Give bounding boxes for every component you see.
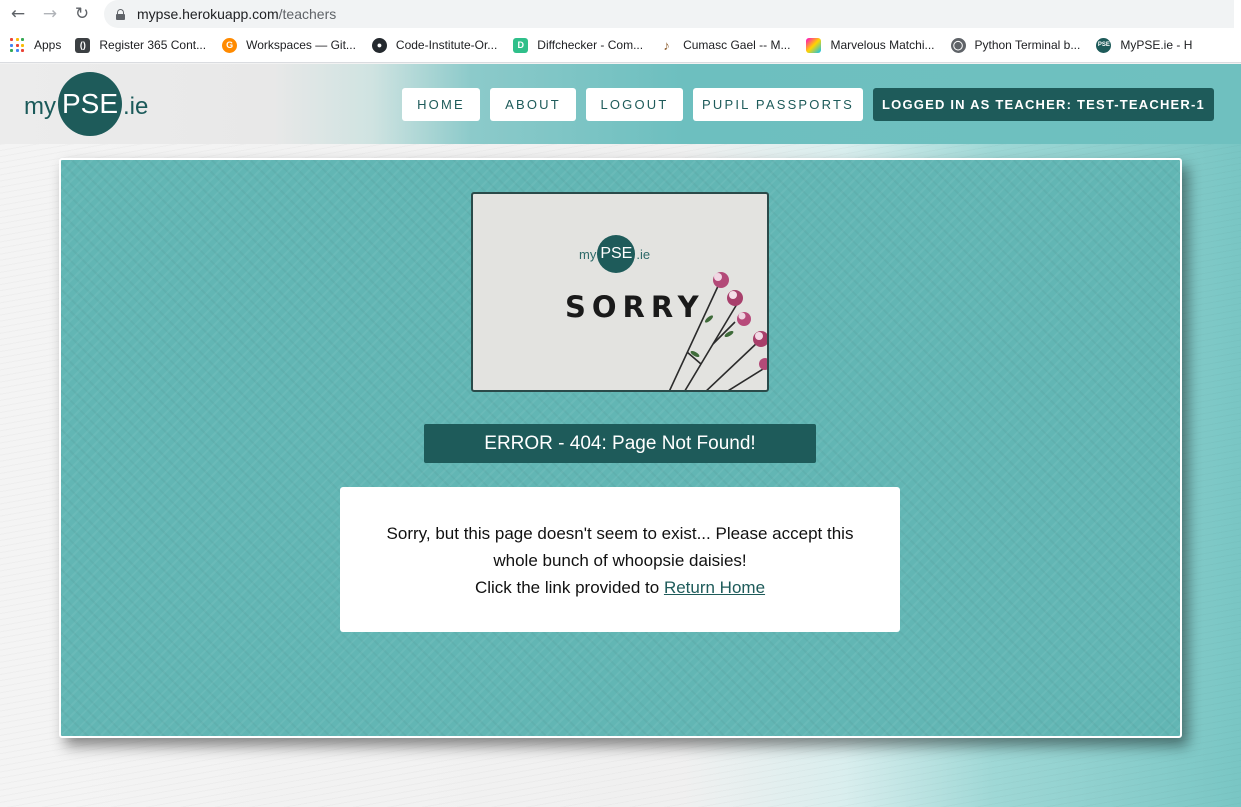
- flower-bunch-illustration: [668, 272, 767, 390]
- url-host: mypse.herokuapp.com: [137, 6, 279, 22]
- bookmark-label: Apps: [34, 38, 62, 52]
- sorry-image: my PSE .ie SORRY: [471, 192, 769, 392]
- bookmark-marvelous[interactable]: Marvelous Matchi...: [806, 37, 935, 53]
- bookmark-label: Register 365 Cont...: [99, 38, 207, 52]
- nav-about[interactable]: ABOUT: [490, 88, 576, 121]
- site-logo[interactable]: my PSE .ie: [24, 72, 148, 136]
- bookmark-register[interactable]: () Register 365 Cont...: [75, 37, 207, 53]
- message-line-3-prefix: Click the link provided to: [474, 578, 664, 597]
- banjo-icon: ♪: [659, 37, 675, 53]
- bookmark-label: Workspaces — Git...: [246, 38, 356, 52]
- nav-logout[interactable]: LOGOUT: [586, 88, 683, 121]
- bookmark-diffchecker[interactable]: D Diffchecker - Com...: [513, 37, 644, 53]
- bookmark-label: Diffchecker - Com...: [537, 38, 644, 52]
- register-icon: (): [75, 37, 91, 53]
- logged-in-status: LOGGED IN AS TEACHER: TEST-TEACHER-1: [873, 88, 1214, 121]
- bookmark-cumasc-gael[interactable]: ♪ Cumasc Gael -- M...: [659, 37, 791, 53]
- globe-icon: ◯: [950, 37, 966, 53]
- error-title: ERROR - 404: Page Not Found!: [424, 424, 816, 463]
- github-icon: ●: [371, 37, 387, 53]
- bookmark-label: Python Terminal b...: [974, 38, 1081, 52]
- colorful-cube-icon: [806, 37, 822, 53]
- url-path: /teachers: [278, 6, 337, 22]
- back-arrow-icon[interactable]: ←: [2, 0, 34, 28]
- apps-grid-icon: [10, 38, 24, 52]
- return-home-link[interactable]: Return Home: [664, 578, 765, 597]
- nav-pupil-passports[interactable]: PUPIL PASSPORTS: [693, 88, 863, 121]
- bookmarks-bar: Apps () Register 365 Cont... G Workspace…: [0, 28, 1241, 63]
- bookmark-label: Cumasc Gael -- M...: [683, 38, 791, 52]
- logo-ie-text: .ie: [123, 93, 149, 120]
- message-line-3: Click the link provided to Return Home: [340, 574, 900, 601]
- browser-toolbar: ← → ↻ mypse.herokuapp.com/teachers: [0, 0, 1241, 28]
- error-message-box: Sorry, but this page doesn't seem to exi…: [340, 487, 900, 632]
- site-header: my PSE .ie HOME ABOUT LOGOUT PUPIL PASSP…: [0, 64, 1241, 144]
- gitpod-icon: G: [222, 37, 238, 53]
- mypse-favicon-icon: PSE: [1096, 37, 1112, 53]
- reload-icon[interactable]: ↻: [66, 0, 98, 28]
- bookmark-label: Code-Institute-Or...: [395, 38, 498, 52]
- bookmark-mypse[interactable]: PSE MyPSE.ie - H: [1096, 37, 1193, 53]
- diffchecker-icon: D: [513, 37, 529, 53]
- bookmark-code-institute[interactable]: ● Code-Institute-Or...: [371, 37, 498, 53]
- bookmark-label: MyPSE.ie - H: [1120, 38, 1193, 52]
- bookmark-python-terminal[interactable]: ◯ Python Terminal b...: [950, 37, 1081, 53]
- bookmark-label: Marvelous Matchi...: [830, 38, 935, 52]
- bookmark-apps[interactable]: Apps: [10, 38, 61, 52]
- logo-pse-circle: PSE: [58, 72, 122, 136]
- logo-my-text: my: [24, 93, 56, 120]
- message-line-2: whole bunch of whoopsie daisies!: [493, 551, 747, 570]
- address-bar[interactable]: mypse.herokuapp.com/teachers: [104, 0, 1234, 28]
- forward-arrow-icon[interactable]: →: [34, 0, 66, 28]
- lock-icon: [116, 8, 125, 20]
- message-line-1: Sorry, but this page doesn't seem to exi…: [386, 524, 854, 543]
- bookmark-workspaces[interactable]: G Workspaces — Git...: [222, 37, 356, 53]
- nav-home[interactable]: HOME: [402, 88, 480, 121]
